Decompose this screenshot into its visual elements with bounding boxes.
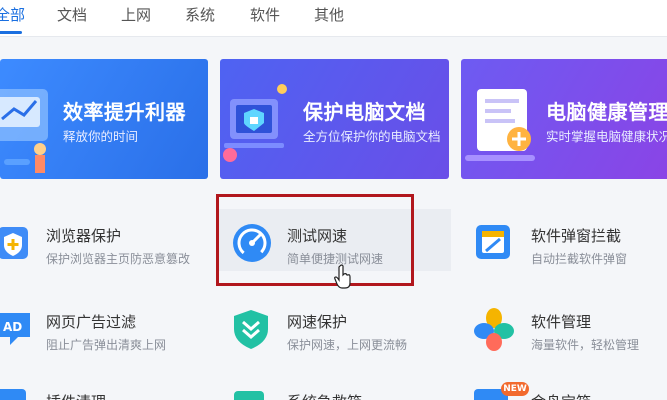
banner-efficiency[interactable]: 效率提升利器 释放你的时间 <box>0 59 208 179</box>
browser-shield-icon <box>0 227 28 259</box>
tool-name: 金舟宝箱 <box>531 391 591 400</box>
tab-internet[interactable]: 上网 <box>121 4 151 25</box>
tab-documents[interactable]: 文档 <box>57 4 87 25</box>
hand-pointer-cursor-icon <box>334 264 351 289</box>
speed-shield-icon <box>234 310 268 349</box>
active-tab-indicator <box>0 31 22 34</box>
banner-subtitle: 释放你的时间 <box>63 129 139 144</box>
efficiency-illustration-icon <box>0 89 48 173</box>
tool-description: 自动拦截软件弹窗 <box>531 252 628 266</box>
tool-ad-filter[interactable]: AD 网页广告过滤 阻止广告弹出清爽上网 <box>0 301 204 361</box>
plugin-cleanup-icon <box>0 389 26 400</box>
tool-popup-blocker[interactable]: 软件弹窗拦截 自动拦截软件弹窗 <box>474 215 667 275</box>
ad-filter-icon: AD <box>0 313 30 345</box>
tool-description: 阻止广告弹出清爽上网 <box>46 338 167 352</box>
highlight-annotation-box <box>216 194 414 286</box>
tool-speed-protection[interactable]: 网速保护 保护网速，上网更流畅 <box>232 301 442 361</box>
tool-name: 软件弹窗拦截 <box>531 227 622 245</box>
tool-name: 插件清理 <box>46 391 106 400</box>
banner-protect-documents[interactable]: 保护电脑文档 全方位保护你的电脑文档 <box>220 59 449 179</box>
tool-plugin-cleanup[interactable]: 插件清理 <box>0 383 204 400</box>
popup-block-icon <box>476 225 510 259</box>
tool-name: 网页广告过滤 <box>46 313 137 331</box>
tool-description: 海量软件，轻松管理 <box>531 338 640 352</box>
health-report-illustration-icon <box>465 89 535 161</box>
svg-text:AD: AD <box>3 320 22 334</box>
tool-name: 网速保护 <box>287 313 348 331</box>
new-badge: NEW <box>501 382 529 396</box>
tab-system[interactable]: 系统 <box>185 4 215 25</box>
tool-description: 保护网速，上网更流畅 <box>287 338 408 352</box>
banner-health-management[interactable]: 电脑健康管理 实时掌握电脑健康状况 <box>461 59 667 179</box>
tool-browser-protection[interactable]: 浏览器保护 保护浏览器主页防恶意篡改 <box>0 215 204 275</box>
tool-name: 软件管理 <box>531 313 592 331</box>
banner-title: 保护电脑文档 <box>303 100 426 124</box>
tool-system-rescue[interactable]: 系统急救箱 <box>232 383 442 400</box>
tab-other[interactable]: 其他 <box>314 4 344 25</box>
banner-subtitle: 全方位保护你的电脑文档 <box>303 129 441 144</box>
tool-software-manager[interactable]: 软件管理 海量软件，轻松管理 <box>474 301 667 361</box>
document-shield-illustration-icon <box>223 84 287 162</box>
category-tab-bar: 全部 文档 上网 系统 软件 其他 <box>0 0 667 37</box>
tab-software[interactable]: 软件 <box>250 4 280 25</box>
tool-description: 保护浏览器主页防恶意篡改 <box>46 252 191 266</box>
banner-title: 电脑健康管理 <box>546 100 667 124</box>
tool-name: 浏览器保护 <box>46 227 122 245</box>
rescue-kit-icon <box>234 391 264 400</box>
software-manager-icon <box>474 308 514 351</box>
banner-title: 效率提升利器 <box>63 100 186 124</box>
tool-name: 系统急救箱 <box>287 391 362 400</box>
tab-all[interactable]: 全部 <box>0 4 25 25</box>
banner-subtitle: 实时掌握电脑健康状况 <box>546 129 667 144</box>
